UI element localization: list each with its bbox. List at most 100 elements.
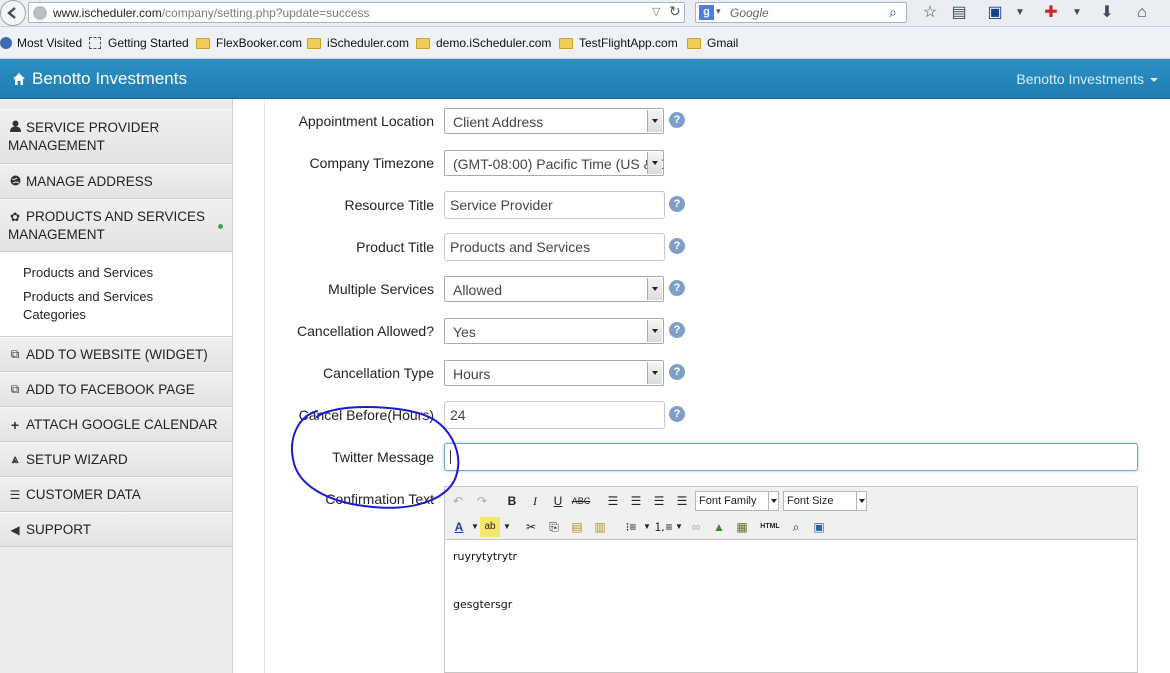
page-icon [89,37,101,49]
help-icon[interactable]: ? [669,406,685,422]
bookmarks-list-icon[interactable]: ▤ [949,3,969,23]
home-icon[interactable]: ⌂ [1132,3,1152,23]
sidebar-item-setup-wizard[interactable]: ⩓ SETUP WIZARD [0,442,232,477]
align-center-icon[interactable]: ☰ [626,491,646,511]
cancellation-allowed-select[interactable]: Yes [444,318,664,344]
address-bar[interactable]: www.ischeduler.com/company/setting.php?u… [28,2,685,23]
align-right-icon[interactable]: ☰ [649,491,669,511]
bold-icon[interactable]: B [502,491,522,511]
external-link-icon: ⧉ [10,382,20,396]
link-icon[interactable]: ∞ [686,517,706,537]
sidebar-item-products-services-management[interactable]: ✿ PRODUCTS AND SERVICES MANAGEMENT [0,199,232,252]
help-icon[interactable]: ? [669,322,685,338]
sidebar-item-label: ADD TO WEBSITE (WIDGET) [26,346,208,362]
save-icon[interactable]: ▣ [985,3,1005,23]
globe-icon [33,6,47,20]
sidebar-item-customer-data[interactable]: ☰ CUSTOMER DATA [0,477,232,512]
user-icon [8,119,22,137]
sidebar-item-label: ADD TO FACEBOOK PAGE [26,381,195,397]
label-appointment-location: Appointment Location [298,113,434,129]
label-product-title: Product Title [356,239,434,255]
align-left-icon[interactable]: ☰ [603,491,623,511]
sidebar-item-attach-google-calendar[interactable]: + ATTACH GOOGLE CALENDAR [0,407,232,442]
editor-text-line: ruyrytytrytr [453,550,518,563]
paste-text-icon[interactable]: ▥ [590,517,610,537]
bookmark-flexbooker[interactable]: FlexBooker.com [196,36,302,50]
google-icon[interactable]: g [699,5,714,20]
cut-icon[interactable]: ✂ [521,517,541,537]
help-icon[interactable]: ? [669,196,685,212]
italic-icon[interactable]: I [525,491,545,511]
sidebar-item-label: PRODUCTS AND SERVICES MANAGEMENT [8,208,206,242]
submenu-link-products-services-categories[interactable]: Products and Services Categories [23,288,173,324]
home-icon [13,73,25,85]
image-icon[interactable]: ▲ [709,517,729,537]
select-value: Client Address [453,114,544,130]
html-source-button[interactable]: HTML [760,517,780,537]
brand-link[interactable]: Benotto Investments [12,69,187,89]
bookmark-getting-started[interactable]: Getting Started [89,36,189,50]
sidebar-item-support[interactable]: ◀ SUPPORT [0,512,232,547]
search-icon[interactable]: ⌕ [889,4,897,21]
help-icon[interactable]: ? [669,364,685,380]
download-icon[interactable]: ⬇ [1097,3,1117,23]
sidebar-item-manage-address[interactable]: MANAGE ADDRESS [0,164,232,199]
paste-icon[interactable]: ▤ [567,517,587,537]
help-icon[interactable]: ? [669,112,685,128]
back-button[interactable] [0,0,26,26]
preview-icon[interactable]: ⌕ [786,517,806,537]
product-title-input[interactable]: Products and Services [444,233,665,261]
underline-icon[interactable]: U [548,491,568,511]
font-size-select[interactable]: Font Size [783,491,867,511]
active-indicator-dot [218,224,223,229]
url-text: www.ischeduler.com/company/setting.php?u… [53,6,370,20]
chevron-down-icon [856,492,866,510]
multiple-services-select[interactable]: Allowed [444,276,664,302]
addon-icon[interactable]: ✚ [1041,3,1061,23]
help-icon[interactable]: ? [669,238,685,254]
cancellation-type-select[interactable]: Hours [444,360,664,386]
sidebar-item-add-to-website[interactable]: ⧉ ADD TO WEBSITE (WIDGET) [0,337,232,372]
align-justify-icon[interactable]: ☰ [672,491,692,511]
url-history-dropdown-icon[interactable]: ▽ [652,5,660,18]
chevron-down-icon [647,278,662,300]
resource-title-input[interactable]: Service Provider [444,191,665,219]
search-bar[interactable]: g ▾ Google ⌕ [695,2,907,23]
bookmark-testflightapp[interactable]: TestFlightApp.com [559,36,678,50]
bookmark-most-visited[interactable]: Most Visited [0,36,82,50]
select-value: Yes [453,324,476,340]
brand-name: Benotto Investments [32,69,187,88]
bookmark-demo-ischeduler[interactable]: demo.iScheduler.com [416,36,551,50]
media-icon[interactable]: ▦ [732,517,752,537]
account-menu[interactable]: Benotto Investments [1016,71,1158,87]
external-link-icon: ⧉ [10,347,20,361]
appointment-location-select[interactable]: Client Address [444,108,664,134]
font-family-select[interactable]: Font Family [695,491,779,511]
company-timezone-select[interactable]: (GMT-08:00) Pacific Time (US & C [444,150,664,176]
reload-icon[interactable]: ↻ [669,3,681,20]
submenu-link-products-services[interactable]: Products and Services [23,264,153,282]
select-value: Hours [453,366,491,382]
account-name: Benotto Investments [1016,71,1144,87]
strikethrough-icon[interactable]: ABC [571,491,591,511]
redo-icon[interactable]: ↷ [472,491,492,511]
highlight-dropdown-icon[interactable]: ▼ [497,517,517,537]
bookmark-gmail[interactable]: Gmail [687,36,738,50]
select-value: Allowed [453,282,503,298]
copy-icon[interactable]: ⎘ [544,517,564,537]
sidebar-item-service-provider-management[interactable]: SERVICE PROVIDER MANAGEMENT [0,109,232,164]
bookmark-ischeduler[interactable]: iScheduler.com [307,36,409,50]
save-dropdown-icon[interactable]: ▼ [1010,3,1030,23]
star-bookmark-icon[interactable]: ☆ [920,3,940,23]
font-size-label: Font Size [787,495,834,507]
addon-dropdown-icon[interactable]: ▼ [1067,3,1087,23]
cancel-before-input[interactable]: 24 [444,401,665,429]
gear-icon: ✿ [9,209,21,224]
sidebar-item-add-to-facebook[interactable]: ⧉ ADD TO FACEBOOK PAGE [0,372,232,407]
search-engine-dropdown-icon[interactable]: ▾ [716,6,721,17]
help-icon[interactable]: ? [669,280,685,296]
editor-content[interactable]: ruyrytytrytr gesgtersgr [445,541,1137,673]
twitter-message-input[interactable] [444,443,1138,471]
fullscreen-icon[interactable]: ▣ [809,517,829,537]
bookmarks-bar: Most Visited Getting Started FlexBooker.… [0,27,1170,59]
